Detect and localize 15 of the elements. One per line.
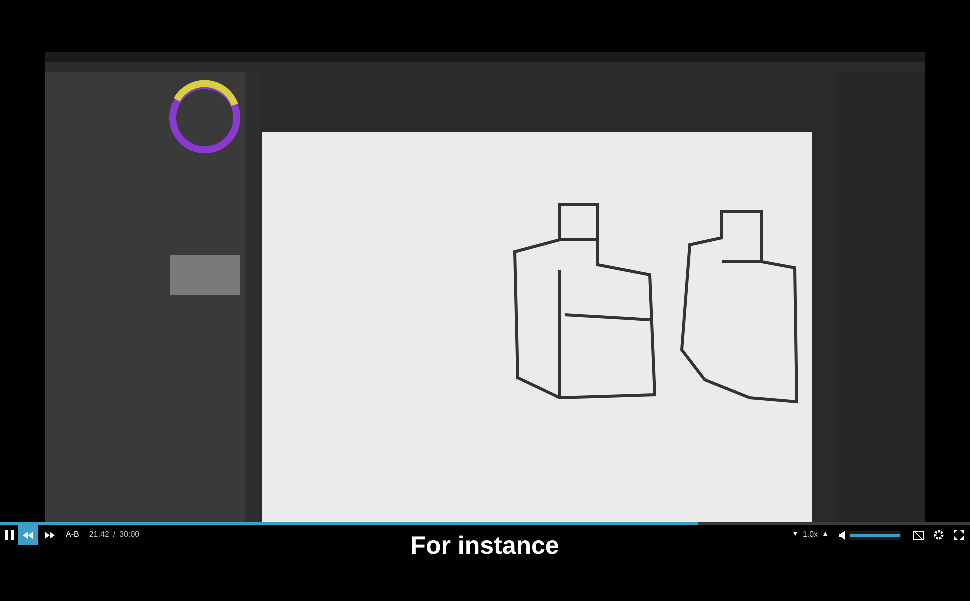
volume-slider[interactable]: [849, 530, 901, 540]
current-time: 21:42: [89, 529, 110, 541]
total-time: 30:00: [120, 529, 140, 541]
playback-speed: 1.0x: [802, 529, 818, 541]
ab-loop-button[interactable]: A-B: [64, 529, 82, 541]
settings-icon[interactable]: [934, 530, 944, 540]
rewind-icon: [23, 532, 33, 538]
pause-icon: [4, 530, 14, 540]
subtitle: For instance: [410, 531, 560, 561]
forward-icon: [45, 532, 55, 538]
speaker-icon[interactable]: [839, 530, 846, 540]
fullscreen-icon[interactable]: [954, 530, 964, 540]
captions-off-icon[interactable]: [913, 530, 924, 540]
progress-track[interactable]: [0, 522, 970, 525]
time-separator: /: [113, 529, 116, 541]
